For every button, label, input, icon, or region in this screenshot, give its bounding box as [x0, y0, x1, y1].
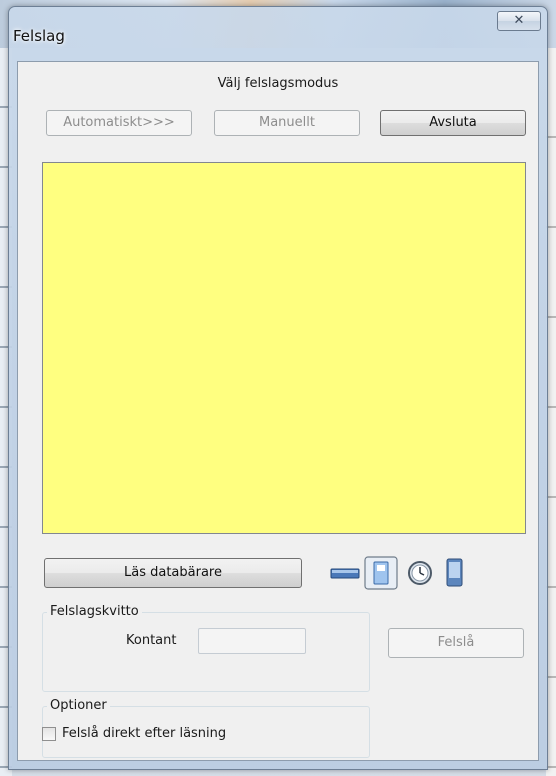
exit-button[interactable]: Avsluta [380, 110, 526, 136]
title-bar[interactable]: Felslag ✕ [9, 7, 547, 61]
close-icon: ✕ [513, 13, 525, 28]
direct-after-read-label: Felslå direkt efter läsning [62, 726, 227, 741]
cash-row: Kontant [94, 628, 334, 654]
felslag-dialog: Felslag ✕ Välj felslagsmodus Automatiskt… [8, 6, 548, 770]
cash-label: Kontant [126, 633, 177, 648]
felsla-button[interactable]: Felslå [388, 628, 524, 658]
reader-type-icons [330, 556, 490, 590]
window-title: Felslag [13, 27, 65, 45]
message-panel [42, 162, 526, 534]
automatic-mode-button[interactable]: Automatiskt>>> [46, 110, 192, 136]
dialog-client-area: Välj felslagsmodus Automatiskt>>> Manuel… [17, 61, 539, 761]
receipt-group-title: Felslagskvitto [47, 604, 142, 620]
cash-input[interactable] [198, 628, 306, 654]
card-reader-icon[interactable] [364, 556, 398, 590]
mode-heading: Välj felslagsmodus [217, 76, 339, 91]
close-button[interactable]: ✕ [497, 11, 541, 31]
options-group-title: Optioner [47, 698, 110, 714]
mobile-phone-icon[interactable] [444, 556, 466, 590]
read-data-carrier-button[interactable]: Läs databärare [44, 558, 302, 588]
card-slot-icon[interactable] [330, 556, 360, 590]
manual-mode-button[interactable]: Manuellt [214, 110, 360, 136]
direct-after-read-checkbox[interactable] [42, 727, 56, 741]
clock-icon[interactable] [406, 556, 434, 590]
